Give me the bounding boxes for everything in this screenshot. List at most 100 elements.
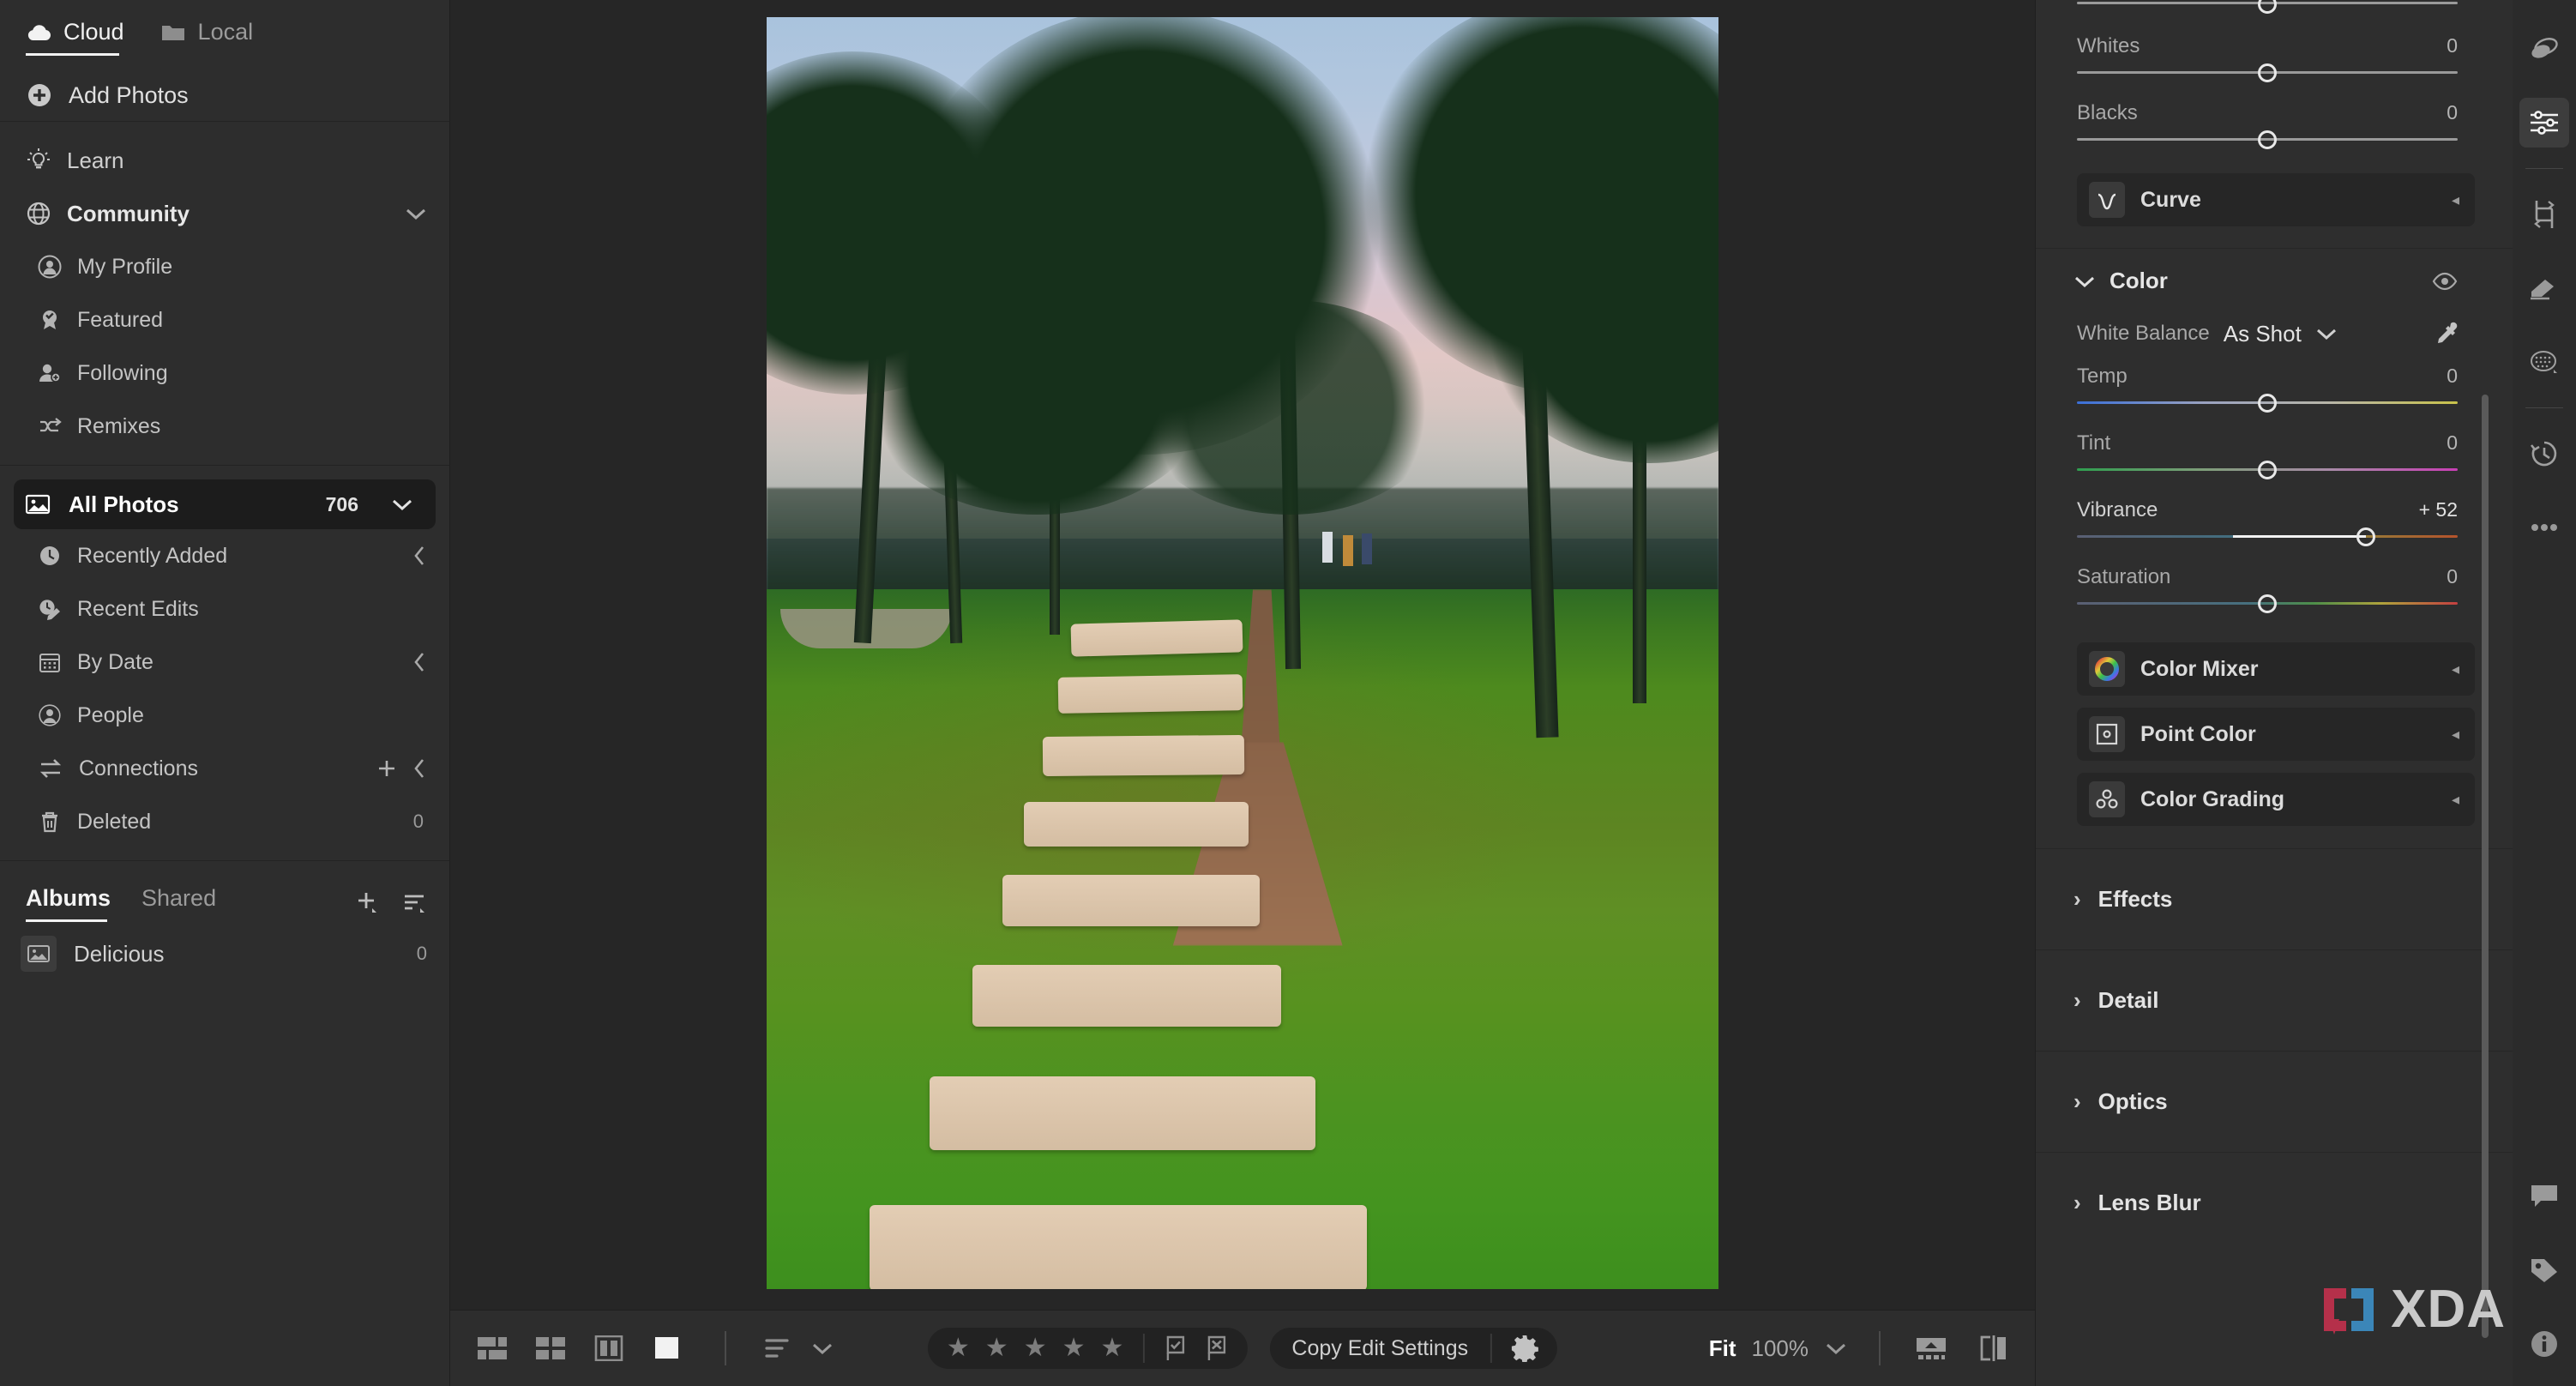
flag-reject-icon[interactable]	[1204, 1335, 1228, 1361]
chevron-left-icon[interactable]	[412, 545, 427, 567]
sidebar-item-recent-edits[interactable]: Recent Edits	[0, 582, 449, 636]
slider-knob[interactable]	[2258, 0, 2277, 14]
sidebar-item-connections[interactable]: Connections	[0, 742, 449, 795]
sidebar-item-deleted[interactable]: Deleted 0	[0, 795, 449, 848]
slider-temp-track[interactable]	[2077, 394, 2458, 413]
crop-icon[interactable]	[2519, 190, 2569, 239]
chevron-down-icon[interactable]	[810, 1341, 834, 1356]
sidebar-item-learn[interactable]: Learn	[0, 134, 449, 187]
point-color-panel-button[interactable]: Point Color ◂	[2077, 708, 2475, 761]
star-2[interactable]: ★	[985, 1335, 1008, 1361]
star-rating[interactable]: ★ ★ ★ ★ ★	[928, 1335, 1143, 1361]
sort-button[interactable]	[764, 1337, 834, 1359]
sidebar-item-remixes[interactable]: Remixes	[0, 400, 449, 453]
star-1[interactable]: ★	[947, 1335, 970, 1361]
photo-person	[1343, 535, 1353, 566]
remix-icon	[38, 417, 62, 436]
photo-canvas[interactable]	[450, 0, 2035, 1310]
single-photo-view-icon[interactable]	[647, 1329, 687, 1368]
masking-icon[interactable]	[2519, 337, 2569, 387]
copy-edit-settings-button[interactable]: Copy Edit Settings	[1269, 1336, 1490, 1361]
slider-knob[interactable]	[2258, 63, 2277, 82]
tab-albums[interactable]: Albums	[26, 885, 111, 922]
slider-blacks-track[interactable]	[2077, 130, 2458, 149]
before-after-icon[interactable]	[1973, 1329, 2013, 1368]
healing-brush-icon[interactable]	[2519, 263, 2569, 313]
info-icon[interactable]	[2519, 1319, 2569, 1369]
sidebar-item-recently-added[interactable]: Recently Added	[0, 529, 449, 582]
slider-knob[interactable]	[2258, 461, 2277, 479]
sidebar-item-following[interactable]: Following	[0, 346, 449, 400]
compare-view-icon[interactable]	[589, 1329, 629, 1368]
grid-compact-view-icon[interactable]	[472, 1329, 512, 1368]
white-balance-row: White Balance As Shot	[2036, 303, 2513, 359]
slider-knob[interactable]	[2258, 130, 2277, 149]
album-item-delicious[interactable]: Delicious 0	[0, 922, 449, 972]
add-connection-icon[interactable]	[376, 757, 398, 780]
curve-panel-button[interactable]: Curve ◂	[2077, 173, 2475, 226]
collapse-arrow-icon[interactable]: ◂	[2452, 726, 2459, 744]
filmstrip-toggle-icon[interactable]	[1911, 1329, 1951, 1368]
section-effects[interactable]: › Effects	[2036, 848, 2513, 949]
sidebar-item-my-profile[interactable]: My Profile	[0, 240, 449, 293]
sidebar-item-featured[interactable]: Featured	[0, 293, 449, 346]
comments-icon[interactable]	[2519, 1172, 2569, 1221]
presets-icon[interactable]	[2519, 24, 2569, 74]
photo-preview[interactable]	[767, 17, 1718, 1289]
zoom-percent-label[interactable]: 100%	[1752, 1335, 1809, 1362]
slider-knob[interactable]	[2356, 527, 2376, 546]
collapse-arrow-icon[interactable]: ◂	[2452, 191, 2459, 209]
tab-shared[interactable]: Shared	[141, 885, 216, 922]
sort-albums-icon[interactable]	[401, 889, 427, 914]
albums-header: Albums Shared	[0, 861, 449, 922]
chevron-down-icon[interactable]	[405, 207, 427, 220]
slider-knob[interactable]	[2258, 394, 2277, 413]
white-balance-label: White Balance	[2077, 322, 2210, 345]
slider-knob[interactable]	[2258, 594, 2277, 613]
chevron-left-icon[interactable]	[412, 757, 427, 780]
edit-sliders-icon[interactable]	[2519, 98, 2569, 148]
chevron-down-icon[interactable]	[2315, 327, 2338, 340]
star-5[interactable]: ★	[1101, 1335, 1124, 1361]
sidebar-item-community[interactable]: Community	[0, 187, 449, 240]
slider-whites-track[interactable]	[2077, 63, 2458, 82]
color-grading-panel-button[interactable]: Color Grading ◂	[2077, 773, 2475, 826]
eye-icon[interactable]	[2432, 272, 2458, 291]
flag-pick-icon[interactable]	[1163, 1335, 1187, 1361]
chevron-down-icon[interactable]	[2073, 274, 2096, 288]
slider-track[interactable]	[2077, 0, 2458, 15]
color-mixer-panel-button[interactable]: Color Mixer ◂	[2077, 642, 2475, 696]
source-tab-local[interactable]: Local	[160, 19, 253, 56]
grid-square-view-icon[interactable]	[531, 1329, 570, 1368]
section-optics[interactable]: › Optics	[2036, 1051, 2513, 1152]
white-balance-value[interactable]: As Shot	[2224, 321, 2302, 347]
chevron-down-icon[interactable]	[1824, 1341, 1848, 1356]
eyedropper-icon[interactable]	[2434, 320, 2461, 347]
star-4[interactable]: ★	[1062, 1335, 1086, 1361]
user-plus-icon	[38, 361, 62, 385]
keywords-tag-icon[interactable]	[2519, 1245, 2569, 1295]
collapse-arrow-icon[interactable]: ◂	[2452, 791, 2459, 809]
right-panel-scrollbar[interactable]	[2482, 395, 2489, 1338]
sidebar-item-all-photos[interactable]: All Photos 706	[14, 479, 436, 529]
star-3[interactable]: ★	[1024, 1335, 1047, 1361]
slider-saturation-track[interactable]	[2077, 594, 2458, 613]
add-photos-button[interactable]: Add Photos	[0, 56, 449, 109]
sidebar-item-people[interactable]: People	[0, 689, 449, 742]
gear-icon[interactable]	[1492, 1335, 1557, 1362]
chevron-down-icon[interactable]	[391, 497, 413, 511]
versions-history-icon[interactable]	[2519, 429, 2569, 479]
more-options-icon[interactable]	[2519, 503, 2569, 552]
source-tab-cloud[interactable]: Cloud	[26, 19, 124, 56]
add-album-icon[interactable]	[353, 889, 379, 914]
section-lens-blur[interactable]: › Lens Blur	[2036, 1152, 2513, 1253]
collapse-arrow-icon[interactable]: ◂	[2452, 660, 2459, 678]
section-detail[interactable]: › Detail	[2036, 949, 2513, 1051]
chevron-left-icon[interactable]	[412, 651, 427, 673]
slider-vibrance-track[interactable]	[2077, 527, 2458, 546]
zoom-fit-label[interactable]: Fit	[1709, 1335, 1736, 1362]
zoom-control[interactable]: Fit 100%	[1709, 1335, 1848, 1362]
sidebar-item-by-date[interactable]: By Date	[0, 636, 449, 689]
slider-tint-track[interactable]	[2077, 461, 2458, 479]
slider-temp-value: 0	[2447, 365, 2458, 387]
